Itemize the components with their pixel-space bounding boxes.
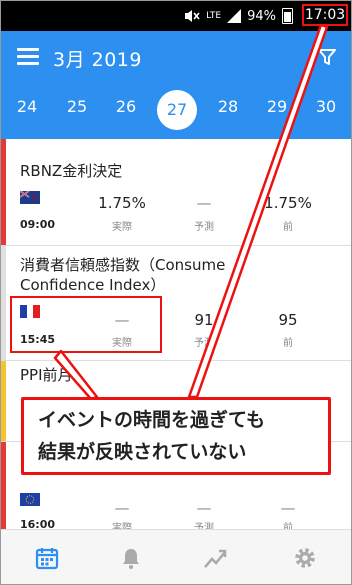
flag-eu-icon [20,493,40,506]
forecast-label: 予測 [194,338,214,349]
event-title: PPI前月 [20,366,73,384]
actual-label: 実際 [112,222,132,233]
bottom-nav [1,529,351,584]
actual-value: 1.75% [98,194,146,212]
forecast-label: 予測 [194,222,214,233]
event-time: 09:00 [20,218,56,231]
forecast-value: — [196,499,212,517]
month-title[interactable]: 3月 2019 [53,45,142,72]
signal-icon [227,9,242,23]
flag-nz-icon [20,191,40,204]
date-30[interactable]: 30 [311,97,341,116]
bell-icon[interactable] [119,546,143,570]
date-27-selected[interactable]: 27 [157,90,197,130]
previous-value: — [280,499,296,517]
date-26[interactable]: 26 [111,97,141,116]
previous-label: 前 [283,338,293,349]
forecast-value: — [196,194,212,212]
impact-bar-high [1,442,6,529]
annotation-line1: イベントの時間を過ぎても [38,409,266,431]
status-icons: LTE 94% [184,8,293,24]
lte-indicator: LTE [206,10,222,21]
forecast-value: 91 [194,311,214,329]
date-24[interactable]: 24 [12,97,42,116]
impact-bar-high [1,139,6,245]
event-title: RBNZ金利決定 [20,162,123,180]
status-bar: LTE 94% 17:03 [1,1,351,31]
app-frame: LTE 94% 17:03 3月 2019 24 25 26 27 28 29 … [0,0,352,585]
battery-icon [282,8,293,24]
annotation-line2: 結果が反映されていない [38,441,247,463]
calendar-icon[interactable] [35,546,59,570]
actual-value: — [114,499,130,517]
impact-bar-mid [1,361,6,441]
impact-bar-low [1,246,6,360]
app-bar: 3月 2019 [1,31,351,83]
mute-icon [185,10,200,22]
settings-icon[interactable] [293,546,317,570]
chart-trend-icon[interactable] [203,546,227,570]
event-title-line2: Confidence Index） [20,276,166,294]
date-strip: 24 25 26 27 28 29 30 [1,83,351,139]
filter-icon[interactable] [317,47,337,67]
clock: 17:03 [302,4,348,26]
event-row-rbnz[interactable]: RBNZ金利決定 09:00 1.75% 実際 — 予測 1.75% 前 [1,139,351,246]
previous-label: 前 [283,222,293,233]
previous-value: 1.75% [264,194,312,212]
hamburger-menu-icon[interactable] [17,48,39,65]
date-25[interactable]: 25 [62,97,92,116]
event-title-line1: 消費者信頼感指数（Consume [20,256,226,274]
date-28[interactable]: 28 [213,97,243,116]
battery-percent: 94% [247,8,276,24]
date-29[interactable]: 29 [262,97,292,116]
previous-value: 95 [278,311,298,329]
highlight-box-actual [10,296,162,353]
annotation-callout: イベントの時間を過ぎても 結果が反映されていない [21,397,331,475]
